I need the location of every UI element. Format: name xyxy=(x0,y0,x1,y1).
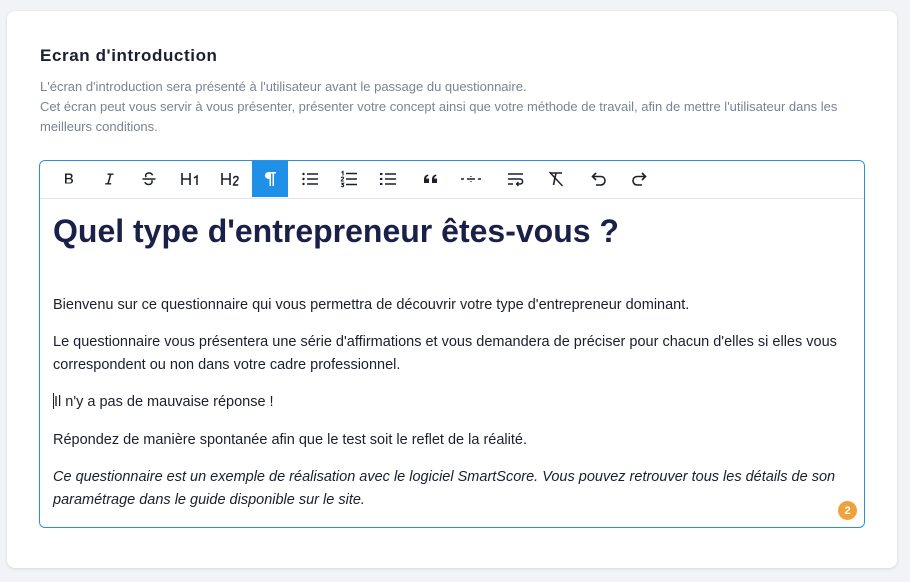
blockquote-icon xyxy=(422,171,440,187)
content-paragraph: Répondez de manière spontanée afin que l… xyxy=(53,432,527,448)
clear-format-icon xyxy=(547,170,565,188)
task-list-icon xyxy=(379,171,397,187)
content-paragraph-with-caret: Il n'y a pas de mauvaise réponse ! xyxy=(53,391,274,414)
editor-content[interactable]: Quel type d'entrepreneur êtes-vous ? Bie… xyxy=(53,211,843,508)
section-description: L'écran d'introduction sera présenté à l… xyxy=(40,77,870,137)
strikethrough-icon xyxy=(140,170,158,188)
redo-icon xyxy=(630,170,648,188)
ordered-list-button[interactable] xyxy=(331,161,367,197)
content-paragraph: Bienvenu sur ce questionnaire qui vous p… xyxy=(53,297,690,313)
horizontal-rule-icon xyxy=(460,171,482,187)
task-list-button[interactable] xyxy=(370,161,406,197)
heading1-icon xyxy=(180,171,202,187)
description-line-1: L'écran d'introduction sera présenté à l… xyxy=(40,79,527,94)
horizontal-rule-button[interactable] xyxy=(453,161,489,197)
ordered-list-icon xyxy=(340,170,358,188)
blockquote-button[interactable] xyxy=(413,161,449,197)
hard-break-button[interactable] xyxy=(498,161,534,197)
heading2-icon xyxy=(220,171,242,187)
bold-button[interactable] xyxy=(51,161,87,197)
content-paragraph: Le questionnaire vous présentera une sér… xyxy=(53,334,837,373)
settings-card: Ecran d'introduction L'écran d'introduct… xyxy=(7,11,897,568)
paragraph-icon xyxy=(262,170,278,188)
heading2-button[interactable] xyxy=(213,161,249,197)
bold-icon xyxy=(61,171,77,187)
bullet-list-icon xyxy=(301,171,319,187)
editor-toolbar xyxy=(40,161,864,199)
redo-button[interactable] xyxy=(621,161,657,197)
paragraph-button[interactable] xyxy=(252,161,288,197)
rich-text-editor[interactable]: Quel type d'entrepreneur êtes-vous ? Bie… xyxy=(39,160,865,528)
italic-icon xyxy=(101,171,117,187)
clear-format-button[interactable] xyxy=(538,161,574,197)
content-paragraph-text: Il n'y a pas de mauvaise réponse ! xyxy=(54,394,274,410)
description-line-2: Cet écran peut vous servir à vous présen… xyxy=(40,99,838,134)
heading1-button[interactable] xyxy=(173,161,209,197)
undo-icon xyxy=(590,170,608,188)
italic-button[interactable] xyxy=(91,161,127,197)
notification-badge[interactable]: 2 xyxy=(838,501,857,520)
section-title: Ecran d'introduction xyxy=(40,46,218,65)
content-heading: Quel type d'entrepreneur êtes-vous ? xyxy=(53,213,619,249)
undo-button[interactable] xyxy=(581,161,617,197)
strikethrough-button[interactable] xyxy=(131,161,167,197)
bullet-list-button[interactable] xyxy=(292,161,328,197)
hard-break-icon xyxy=(506,170,526,188)
content-paragraph-italic: Ce questionnaire est un exemple de réali… xyxy=(53,469,836,508)
